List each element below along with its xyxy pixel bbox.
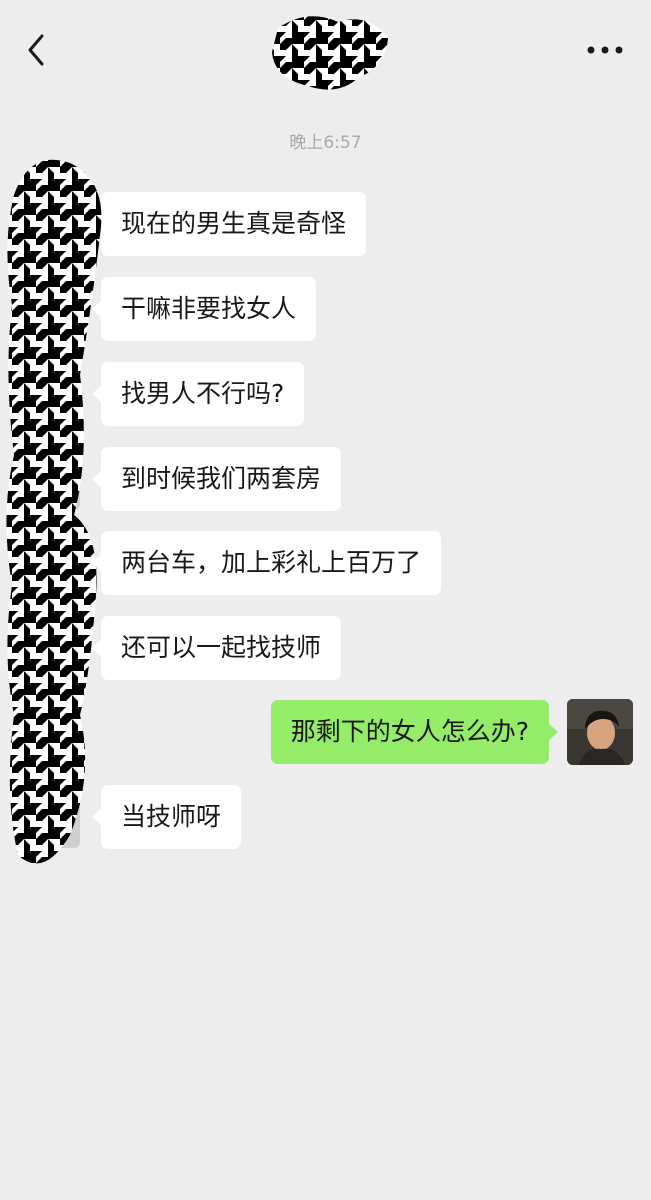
my-avatar[interactable]	[567, 699, 633, 765]
contact-avatar[interactable]	[18, 448, 80, 510]
portrait-photo	[567, 699, 633, 765]
avatar-redaction	[6, 159, 102, 864]
contact-avatar[interactable]	[18, 532, 80, 594]
message-bubble[interactable]: 两台车，加上彩礼上百万了	[91, 531, 442, 595]
message-bubble-outgoing[interactable]: 那剩下的女人怎么办?	[270, 700, 559, 764]
contact-avatar[interactable]	[18, 193, 80, 255]
contact-avatar[interactable]	[18, 363, 80, 425]
more-dots-icon	[587, 46, 623, 54]
more-options-button[interactable]	[585, 36, 625, 64]
message-bubble[interactable]: 干嘛非要找女人	[91, 277, 317, 341]
message-bubble[interactable]: 到时候我们两套房	[91, 447, 342, 511]
message-bubble[interactable]: 当技师呀	[91, 785, 242, 849]
message-bubble[interactable]: 现在的男生真是奇怪	[91, 192, 367, 256]
contact-avatar[interactable]	[18, 278, 80, 340]
contact-avatar[interactable]	[18, 786, 80, 848]
contact-name-redaction	[272, 16, 388, 90]
contact-avatar[interactable]	[18, 617, 80, 679]
message-bubble[interactable]: 还可以一起找技师	[91, 616, 342, 680]
message-bubble[interactable]: 找男人不行吗?	[91, 362, 305, 426]
chevron-left-icon	[28, 34, 44, 66]
chat-header	[0, 0, 651, 100]
message-timestamp: 晚上6:57	[289, 133, 362, 153]
back-button[interactable]	[20, 30, 56, 70]
